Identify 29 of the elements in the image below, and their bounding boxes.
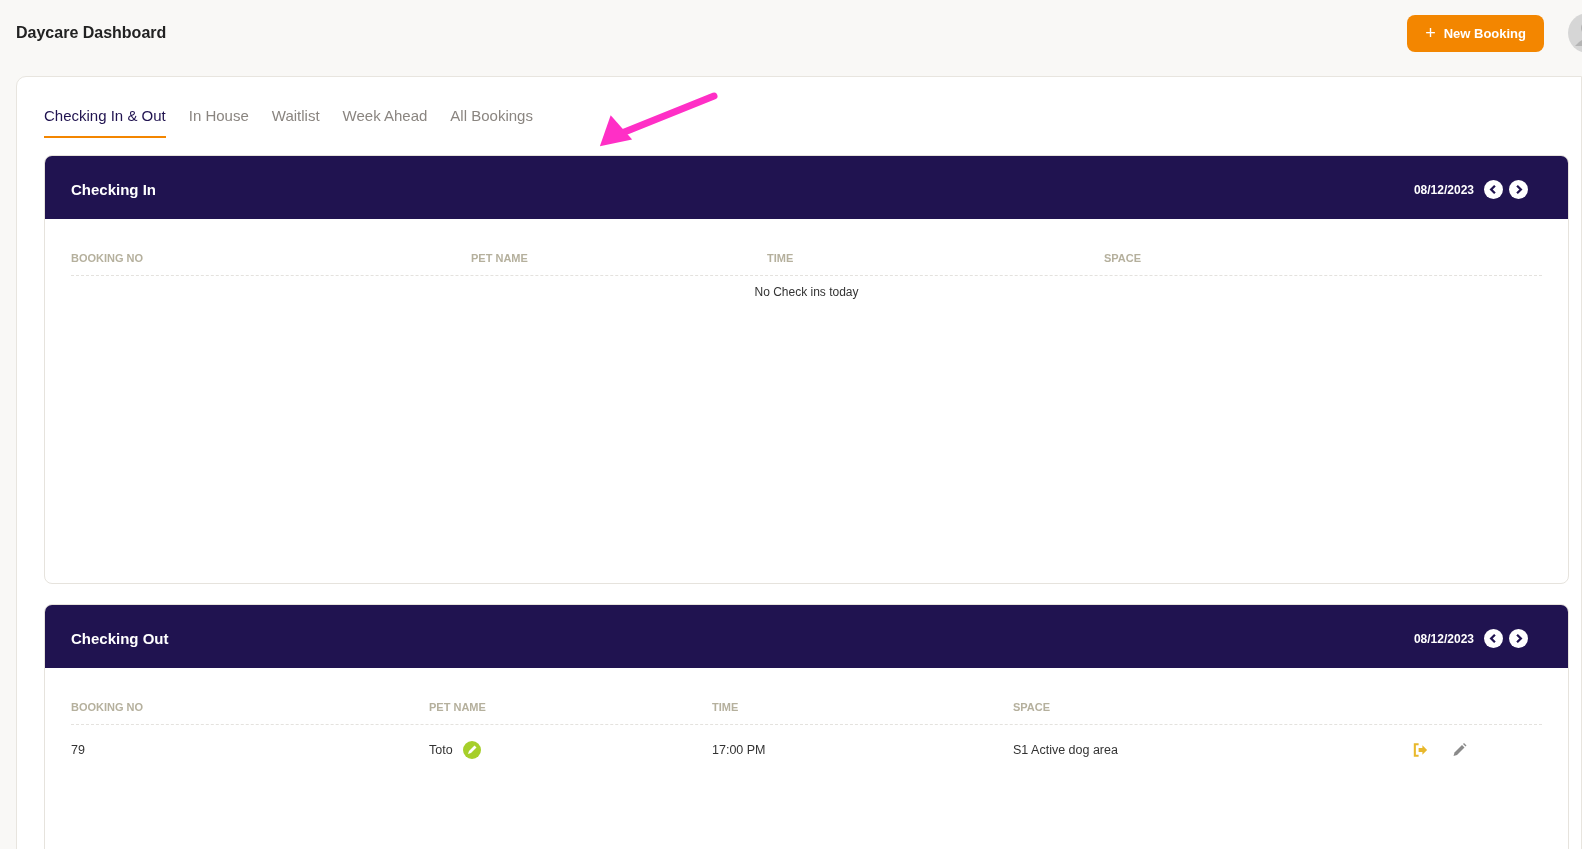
page-title: Daycare Dashboard <box>16 24 167 42</box>
panel-title: Checking Out <box>71 630 169 647</box>
pet-name: Toto <box>429 743 453 757</box>
tab[interactable]: Week Ahead <box>342 107 428 138</box>
space: S1 Active dog area <box>1013 743 1119 757</box>
next-icon[interactable] <box>1509 629 1528 648</box>
column-header: BOOKING NO <box>71 252 145 264</box>
tab[interactable]: In House <box>188 107 249 138</box>
previous-icon[interactable] <box>1484 180 1503 199</box>
column-header: SPACE <box>1104 252 1143 264</box>
time: 17:00 PM <box>712 743 767 757</box>
new-booking-button[interactable]: + New Booking <box>1407 14 1544 52</box>
booking-number: 79 <box>71 743 86 757</box>
column-header: BOOKING NO <box>71 701 145 713</box>
column-header: TIME <box>712 701 740 713</box>
pencil-icon[interactable] <box>1451 742 1468 758</box>
column-header: PET NAME <box>429 701 487 713</box>
tab[interactable]: All Bookings <box>450 107 533 138</box>
previous-icon[interactable] <box>1484 629 1503 648</box>
column-header: TIME <box>767 252 795 264</box>
next-icon[interactable] <box>1509 180 1528 199</box>
column-header: SPACE <box>1013 701 1052 713</box>
date-label: 08/12/2023 <box>1413 182 1474 197</box>
tab[interactable]: Checking In & Out <box>44 107 166 138</box>
column-header: PET NAME <box>471 252 529 264</box>
date-label: 08/12/2023 <box>1413 631 1474 646</box>
empty-message: No Check ins today <box>753 284 860 299</box>
panel-title: Checking In <box>71 181 156 198</box>
tab[interactable]: Waitlist <box>271 107 320 138</box>
